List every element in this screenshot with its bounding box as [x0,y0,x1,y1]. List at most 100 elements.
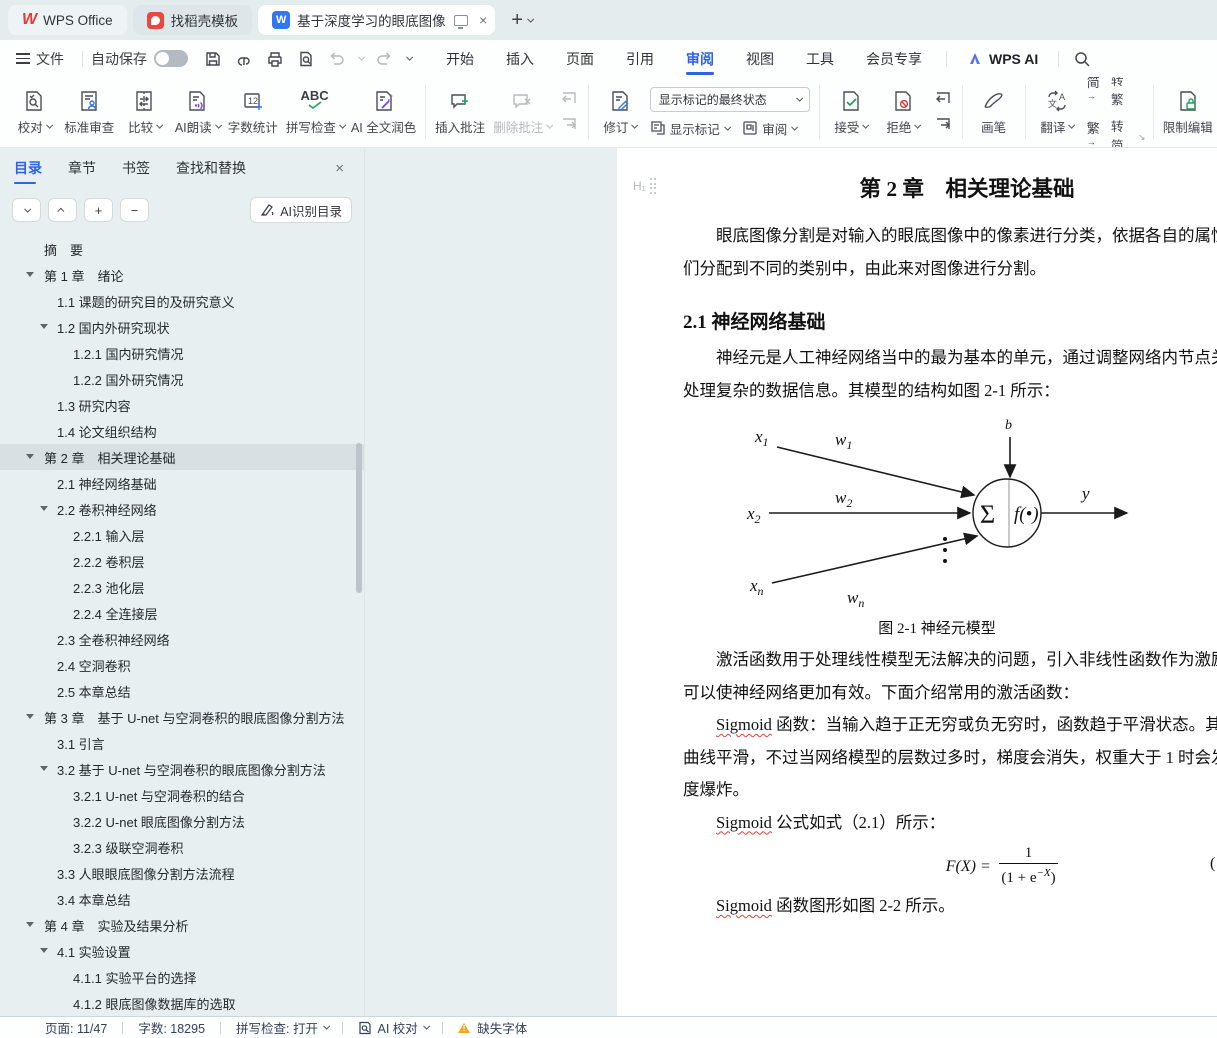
show-markup-button[interactable]: 显示标记 [650,119,729,138]
delete-comment-button[interactable]: 删除批注 [489,81,554,143]
insert-comment-button[interactable]: 插入批注 [431,81,489,143]
toc-collapse-up-button[interactable] [48,198,77,222]
autosave-control[interactable]: 自动保存 [91,49,188,69]
save-icon[interactable] [204,50,222,68]
toc-item[interactable]: 2.2 卷积神经网络 [0,496,364,522]
autosave-toggle[interactable] [154,50,188,67]
toc-item[interactable]: 3.1 引言 [0,730,364,756]
toc-item[interactable]: 4.1 实验设置 [0,938,364,964]
toc-item[interactable]: 1.2.1 国内研究情况 [0,340,364,366]
compare-button[interactable]: 比较 [118,81,170,143]
toc-item[interactable]: 第 3 章 基于 U-net 与空洞卷积的眼底图像分割方法 [0,704,364,730]
print-preview-icon[interactable] [297,50,315,68]
collapse-arrow-icon[interactable] [26,714,34,719]
ai-recognize-toc-button[interactable]: AI识别目录 [250,197,352,223]
toc-item[interactable]: 3.2.1 U-net 与空洞卷积的结合 [0,782,364,808]
toc-item[interactable]: 1.2.2 国外研究情况 [0,366,364,392]
accept-button[interactable]: 接受 [825,81,877,143]
tab-wps-office[interactable]: W WPS Office [8,5,127,35]
missing-font-warning[interactable]: 缺失字体 [458,1018,527,1037]
qat-more-chevron-icon[interactable] [406,54,412,60]
toc-item[interactable]: 2.3 全卷积神经网络 [0,626,364,652]
document-page[interactable]: H₁ 第 2 章 相关理论基础 眼底图像分割是对输入的眼底图像中的像素进行分类，… [617,148,1217,1016]
menu-start[interactable]: 开始 [430,40,490,77]
previous-comment-icon[interactable] [559,91,579,107]
collapse-arrow-icon[interactable] [26,272,34,277]
toc-item[interactable]: 4.1.1 实验平台的选择 [0,964,364,990]
toc-zoom-out-button[interactable]: − [120,198,149,222]
toc-item[interactable]: 2.2.4 全连接层 [0,600,364,626]
file-menu-button[interactable]: 文件 [14,49,74,69]
tab-docer-templates[interactable]: 找稻壳模板 [133,5,253,35]
next-comment-icon[interactable] [559,117,579,133]
menu-view[interactable]: 视图 [730,40,790,77]
export-pdf-icon[interactable] [235,50,253,68]
toc-item[interactable]: 3.4 本章总结 [0,886,364,912]
collapse-arrow-icon[interactable] [40,324,48,329]
present-icon[interactable] [454,15,468,26]
toc-item[interactable]: 3.2 基于 U-net 与空洞卷积的眼底图像分割方法 [0,756,364,782]
brush-button[interactable]: 画笔 [968,81,1020,143]
track-changes-button[interactable]: 修订 [594,81,646,143]
toc-item[interactable]: 摘 要 [0,236,364,262]
toc-item[interactable]: 2.2.3 池化层 [0,574,364,600]
ai-read-button[interactable]: AI朗读 [170,81,223,143]
collapse-arrow-icon[interactable] [40,948,48,953]
menu-review[interactable]: 审阅 [670,40,730,77]
sidebar-tab-find-replace[interactable]: 查找和替换 [176,148,246,188]
menu-member[interactable]: 会员专享 [850,40,938,77]
page-indicator[interactable]: 页面: 11/47 [45,1018,107,1037]
print-icon[interactable] [266,50,284,68]
toc-item[interactable]: 3.3 人眼眼底图像分割方法流程 [0,860,364,886]
toc-item[interactable]: 4.1.2 眼底图像数据库的选取 [0,990,364,1016]
ai-polish-button[interactable]: AI 全文润色 [347,81,420,143]
proofread-button[interactable]: 校对 [8,81,60,143]
undo-icon[interactable] [328,51,345,67]
drag-handle-icon[interactable] [650,178,658,195]
spell-check-status[interactable]: 拼写检查: 打开 [236,1018,327,1037]
close-tab-icon[interactable]: × [479,12,487,28]
redo-icon[interactable] [376,51,393,67]
spell-check-button[interactable]: ABC 拼写检查 [282,81,347,143]
review-pane-button[interactable]: 审阅 [742,119,796,138]
toc-item[interactable]: 3.2.2 U-net 眼底图像分割方法 [0,808,364,834]
toc-item[interactable]: 1.1 课题的研究目的及研究意义 [0,288,364,314]
to-simplified-button[interactable]: 繁→ 转简 [1087,116,1134,148]
toc-item[interactable]: 2.2.1 输入层 [0,522,364,548]
toc-expand-down-button[interactable] [12,198,41,222]
sidebar-tab-chapters[interactable]: 章节 [68,148,96,188]
to-traditional-button[interactable]: 简→ 转繁 [1087,77,1134,108]
collapse-arrow-icon[interactable] [40,766,48,771]
menu-page[interactable]: 页面 [550,40,610,77]
collapse-arrow-icon[interactable] [40,506,48,511]
heading-level-marker[interactable]: H₁ [633,178,657,195]
search-icon[interactable] [1073,50,1091,68]
toc-item[interactable]: 1.4 论文组织结构 [0,418,364,444]
markup-state-dropdown[interactable]: 显示标记的最终状态 [650,87,810,112]
toc-item[interactable]: 1.2 国内外研究现状 [0,314,364,340]
previous-change-icon[interactable] [933,91,953,107]
toc-item[interactable]: 2.2.2 卷积层 [0,548,364,574]
menu-insert[interactable]: 插入 [490,40,550,77]
tab-list-chevron-icon[interactable] [527,15,533,21]
next-change-icon[interactable] [933,117,953,133]
menu-tools[interactable]: 工具 [790,40,850,77]
toc-item[interactable]: 第 4 章 实验及结果分析 [0,912,364,938]
restrict-edit-button[interactable]: 限制编辑 [1159,81,1217,143]
toc-item[interactable]: 3.2.3 级联空洞卷积 [0,834,364,860]
reject-button[interactable]: 拒绝 [877,81,929,143]
collapse-arrow-icon[interactable] [26,454,34,459]
toc-item[interactable]: 第 2 章 相关理论基础 [0,444,364,470]
new-tab-button[interactable]: + [511,9,523,32]
menu-reference[interactable]: 引用 [610,40,670,77]
translate-button[interactable]: 文A 翻译 [1031,81,1083,143]
neuron-model-figure[interactable]: x1 x2 xn w1 w2 wn b y Σ f(•) [617,415,1217,617]
word-count-button[interactable]: 12 字数统计 [224,81,282,143]
sidebar-scrollbar[interactable] [356,443,362,593]
wps-ai-button[interactable]: WPS AI [955,51,1050,67]
toc-item[interactable]: 第 1 章 绪论 [0,262,364,288]
sidebar-tab-contents[interactable]: 目录 [14,148,42,188]
sidebar-tab-bookmarks[interactable]: 书签 [122,148,150,188]
toc-item[interactable]: 1.3 研究内容 [0,392,364,418]
toc-item[interactable]: 2.1 神经网络基础 [0,470,364,496]
